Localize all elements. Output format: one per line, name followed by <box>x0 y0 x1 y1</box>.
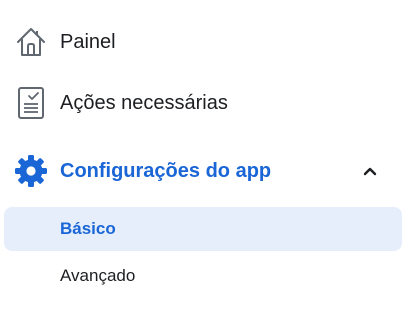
gear-icon <box>14 154 48 188</box>
sidebar-subitem-basico[interactable]: Básico <box>4 207 402 251</box>
sidebar-item-acoes-necessarias[interactable]: Ações necessárias <box>14 83 228 123</box>
sidebar-item-label: Ações necessárias <box>60 91 228 114</box>
chevron-up-icon[interactable] <box>360 161 380 181</box>
sidebar-item-painel[interactable]: Painel <box>14 22 116 62</box>
sidebar-item-label: Painel <box>60 30 116 53</box>
home-icon <box>14 25 48 59</box>
checklist-icon <box>14 85 48 121</box>
sidebar-item-label: Configurações do app <box>60 159 272 182</box>
sidebar-nav: Painel Ações necessárias Configurações d… <box>0 0 410 310</box>
sidebar-item-configuracoes-do-app[interactable]: Configurações do app <box>14 151 384 191</box>
sidebar-subitem-avancado[interactable]: Avançado <box>4 254 402 298</box>
